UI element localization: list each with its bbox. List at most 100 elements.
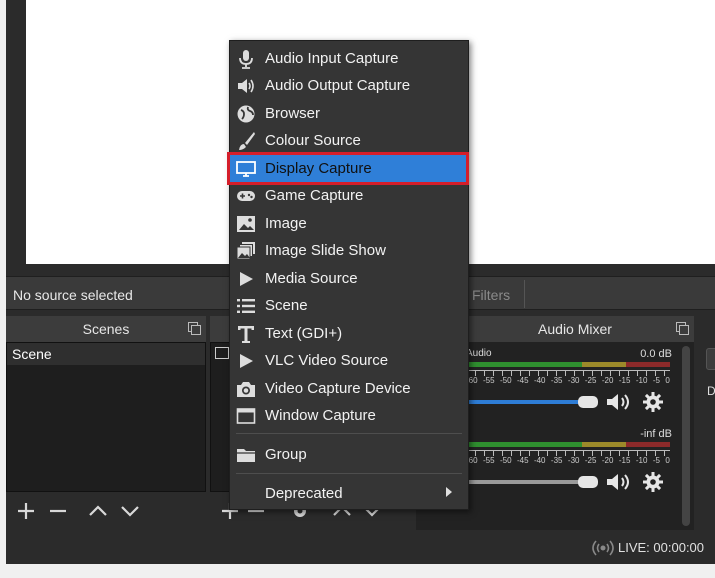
menu-item-deprecated[interactable]: Deprecated	[230, 480, 468, 507]
duration-label: Du	[707, 384, 715, 398]
scenes-title: Scenes	[82, 321, 130, 337]
slideshow-icon	[236, 241, 256, 261]
list-icon	[236, 296, 256, 316]
add-scene-button[interactable]	[12, 498, 40, 524]
chevron-up-icon	[89, 505, 107, 516]
tick-label: 0	[665, 456, 670, 465]
submenu-arrow-icon	[446, 487, 452, 497]
menu-item-video-capture-device[interactable]: Video Capture Device	[230, 375, 468, 402]
microphone-icon	[236, 49, 256, 69]
tick-label: 0	[665, 376, 670, 385]
add-source-menu: Audio Input Capture Audio Output Capture…	[227, 40, 469, 510]
tick-labels: -60 -55 -50 -45 -40 -35 -30 -25 -20 -15 -10 -5 0	[466, 456, 670, 465]
tick-label: -55	[482, 376, 495, 385]
tick-label: -55	[482, 456, 495, 465]
play-icon	[236, 269, 256, 289]
scenes-dock: Scenes Scene	[6, 316, 206, 530]
scenes-toolbar	[6, 494, 206, 528]
channel-db: 0.0 dB	[640, 348, 672, 360]
menu-item-group[interactable]: Group	[230, 441, 468, 468]
tick-label: -30	[567, 376, 580, 385]
globe-icon	[236, 104, 256, 124]
channel-db: -inf dB	[640, 428, 672, 440]
plus-icon	[18, 503, 34, 519]
play-icon	[236, 351, 256, 371]
camera-icon	[236, 379, 256, 399]
speaker-icon[interactable]	[604, 390, 630, 414]
monitor-icon	[236, 159, 256, 179]
speaker-icon	[236, 76, 256, 96]
divider	[524, 280, 525, 308]
menu-item-image[interactable]: Image	[230, 210, 468, 237]
live-timer: LIVE: 00:00:00	[618, 540, 705, 555]
tick-label: -15	[618, 376, 631, 385]
controls-dock: Du	[698, 316, 715, 530]
status-bar: LIVE: 00:00:00	[6, 532, 715, 564]
menu-item-audio-input-capture[interactable]: Audio Input Capture	[230, 45, 468, 72]
tick-label: -40	[533, 456, 546, 465]
menu-item-window-capture[interactable]: Window Capture	[230, 402, 468, 429]
tick-label: -30	[567, 456, 580, 465]
filters-button[interactable]: Filters	[472, 287, 510, 303]
volume-meter	[466, 442, 670, 447]
volume-slider[interactable]	[466, 400, 596, 404]
paintbrush-icon	[236, 131, 256, 151]
volume-meter	[466, 362, 670, 367]
gear-icon[interactable]	[640, 390, 666, 414]
speaker-icon[interactable]	[604, 470, 630, 494]
scenes-list[interactable]: Scene	[6, 342, 206, 492]
menu-item-game-capture[interactable]: Game Capture	[230, 182, 468, 209]
tick-label: -20	[601, 456, 614, 465]
tick-label: -10	[635, 456, 648, 465]
menu-separator	[236, 473, 462, 474]
audio-mixer-title: Audio Mixer	[538, 321, 612, 337]
tick-label: -20	[601, 376, 614, 385]
mixer-scrollbar[interactable]	[682, 346, 690, 526]
tick-label: -50	[499, 456, 512, 465]
folder-icon	[236, 445, 256, 465]
menu-separator	[236, 433, 462, 434]
window-icon	[236, 406, 256, 426]
no-source-label: No source selected	[13, 287, 133, 303]
tick-label: -5	[652, 376, 660, 385]
undock-icon[interactable]	[188, 322, 201, 335]
menu-item-scene[interactable]: Scene	[230, 292, 468, 319]
volume-slider-handle[interactable]	[578, 396, 598, 408]
gear-icon[interactable]	[640, 470, 666, 494]
tick-label: -10	[635, 376, 648, 385]
minus-icon	[50, 509, 66, 513]
tick-label: -35	[550, 376, 563, 385]
menu-item-audio-output-capture[interactable]: Audio Output Capture	[230, 72, 468, 99]
channel-name: Audio	[466, 348, 492, 359]
tick-label: -45	[516, 456, 529, 465]
remove-scene-button[interactable]	[44, 498, 72, 524]
tick-label: -50	[499, 376, 512, 385]
tick-label: -25	[584, 376, 597, 385]
menu-item-vlc-video-source[interactable]: VLC Video Source	[230, 347, 468, 374]
monitor-icon	[215, 347, 229, 359]
tick-label: -5	[652, 456, 660, 465]
volume-slider-handle[interactable]	[578, 476, 598, 488]
menu-item-browser[interactable]: Browser	[230, 100, 468, 127]
tick-label: -25	[584, 456, 597, 465]
menu-item-image-slide-show[interactable]: Image Slide Show	[230, 237, 468, 264]
tick-label: -15	[618, 456, 631, 465]
menu-item-display-capture[interactable]: Display Capture	[227, 152, 469, 185]
move-down-button[interactable]	[116, 498, 144, 524]
menu-item-media-source[interactable]: Media Source	[230, 265, 468, 292]
tick-label: -45	[516, 376, 529, 385]
menu-item-text-gdi[interactable]: Text (GDI+)	[230, 320, 468, 347]
menu-item-colour-source[interactable]: Colour Source	[230, 127, 468, 154]
scenes-header: Scenes	[6, 316, 206, 342]
tick-label: -35	[550, 456, 563, 465]
undock-icon[interactable]	[676, 322, 689, 335]
gamepad-icon	[236, 186, 256, 206]
broadcast-icon	[592, 538, 614, 558]
dock-button[interactable]	[706, 348, 715, 370]
move-up-button[interactable]	[84, 498, 112, 524]
text-icon	[236, 324, 256, 344]
tick-label: -40	[533, 376, 546, 385]
chevron-down-icon	[121, 506, 139, 517]
list-item[interactable]: Scene	[7, 343, 205, 365]
volume-slider[interactable]	[466, 480, 596, 484]
